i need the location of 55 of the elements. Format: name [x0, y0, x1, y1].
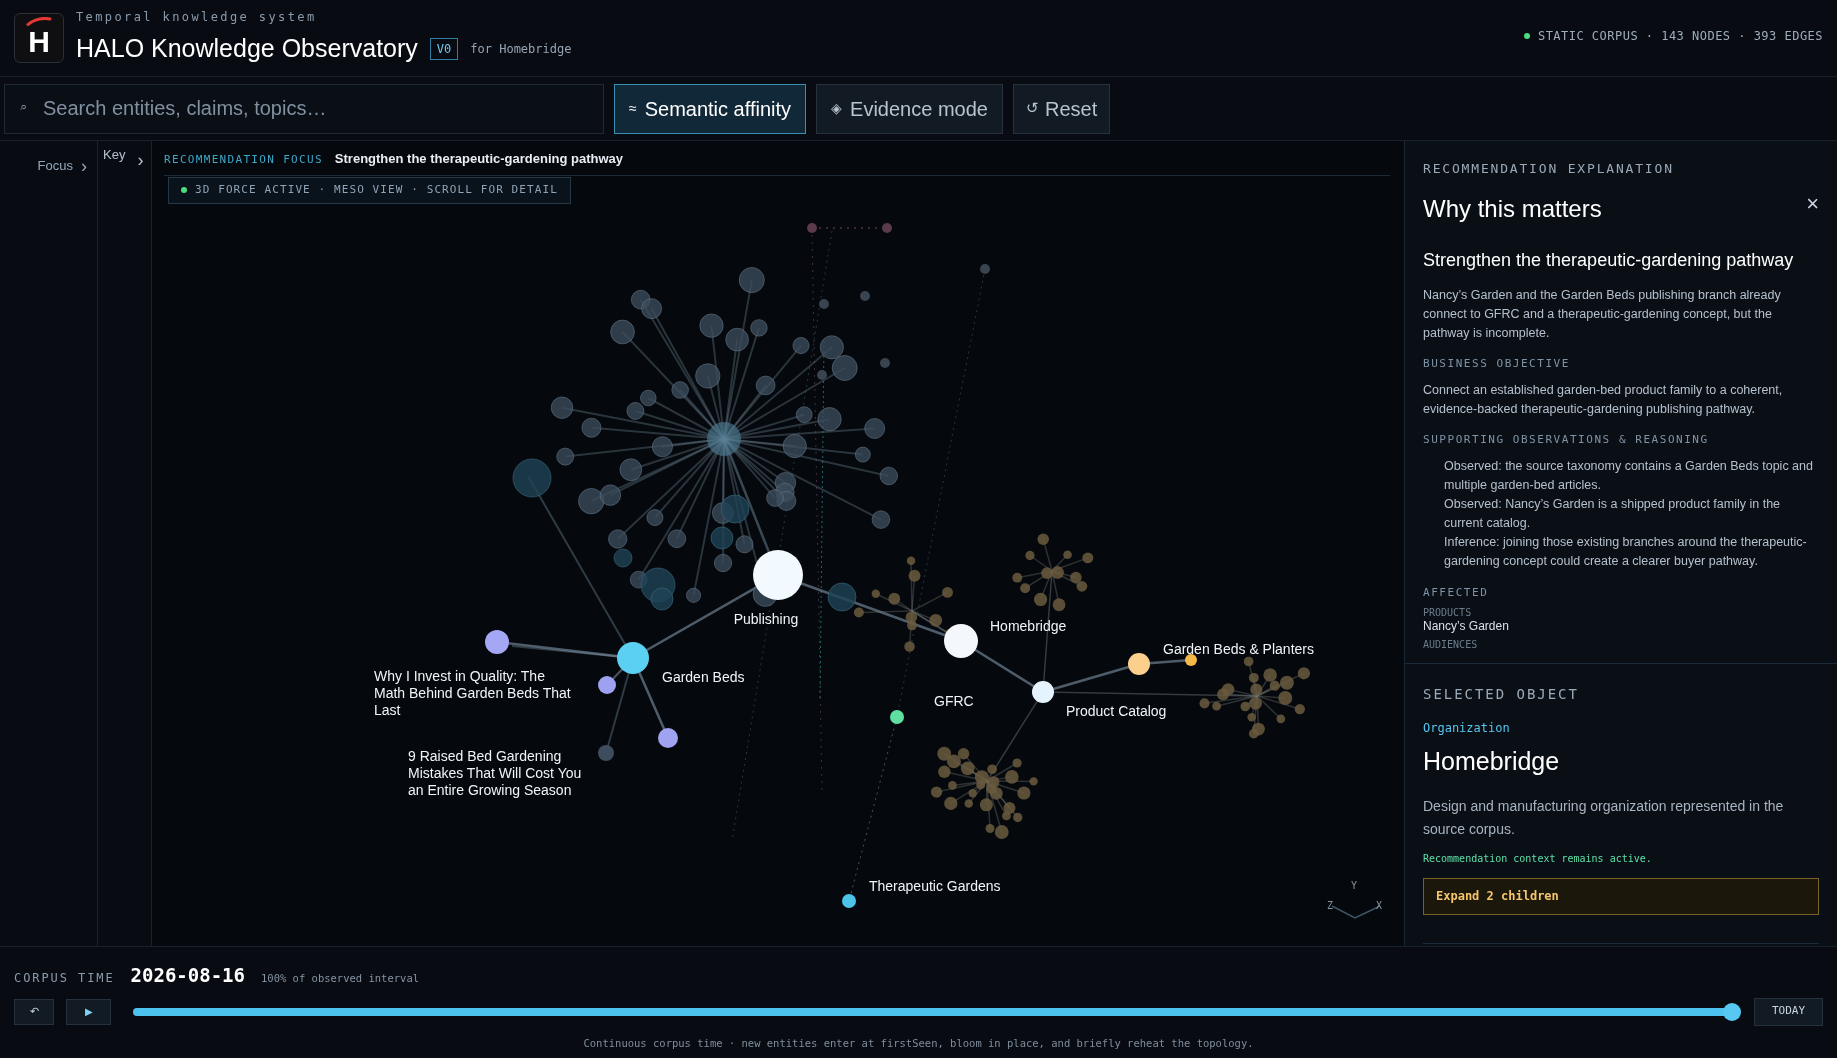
product-name: Nancy’s Garden	[1423, 619, 1510, 634]
objective-text: Connect an established garden-bed product family to a coherent, evidence-backed therapeutic-gardening publishing pathway.	[1423, 382, 1784, 418]
node-label: Garden Beds	[662, 669, 746, 686]
play-button[interactable]: ▶	[66, 998, 111, 1025]
audiences-label: AUDIENCES	[1423, 638, 1479, 651]
focus-label: RECOMMENDATION FOCUS	[164, 152, 323, 168]
object-type: Organization	[1423, 720, 1511, 737]
close-button[interactable]: ×	[1806, 192, 1819, 215]
node-label: Garden Beds & Planters	[1163, 641, 1315, 658]
products-label: PRODUCTS	[1423, 606, 1473, 619]
app-subtitle: Temporal knowledge system	[76, 9, 318, 27]
reasoning-item: Observed: the source taxonomy contains a Garden Beds topic and multiple garden-bed articles.	[1444, 457, 1814, 494]
axis-label: Y	[1351, 879, 1358, 893]
key-tab[interactable]: Key ›	[103, 145, 144, 174]
mode-button[interactable]: ≈ Semantic affinity	[614, 83, 807, 134]
search-icon: ⌕	[20, 99, 27, 113]
panel-eyebrow: SELECTED OBJECT	[1423, 685, 1580, 704]
app-title: HALO Knowledge Observatory	[76, 33, 418, 65]
node-label: Product Catalog	[1066, 703, 1168, 720]
focus-tab[interactable]: Focus ›	[37, 157, 87, 175]
today-button[interactable]: TODAY	[1754, 997, 1823, 1026]
corpus-time-label: CORPUS TIME	[14, 970, 115, 987]
object-description: Design and manufacturing organization represented in the source corpus.	[1423, 796, 1785, 839]
node-label: Homebridge	[990, 618, 1068, 635]
focus-title: Strengthen the therapeutic-gardening pathway	[334, 150, 624, 168]
version-badge: V0	[429, 38, 459, 60]
axis-label: X	[1376, 899, 1383, 913]
node-label: Why I Invest in Quality: The Math Behind Garden Beds That Last	[374, 668, 572, 719]
expand-button[interactable]: Expand 2 children	[1423, 877, 1819, 915]
rewind-button[interactable]: ↶	[14, 998, 54, 1025]
corpus-status: STATIC CORPUS · 143 NODES · 393 EDGES	[1537, 28, 1823, 45]
node-label: Therapeutic Gardens	[869, 878, 1002, 895]
node-label: Publishing	[732, 611, 800, 628]
context-note: Recommendation context remains active.	[1423, 851, 1653, 866]
panel-title: Why this matters	[1423, 193, 1602, 224]
section-label: SUPPORTING OBSERVATIONS & REASONING	[1423, 432, 1710, 448]
coverage-text: 100% of observed interval	[261, 971, 420, 986]
node-label: 9 Raised Bed Gardening Mistakes That Will Cost You an Entire Growing Season	[408, 748, 583, 799]
section-label: AFFECTED	[1423, 584, 1490, 601]
panel-eyebrow: RECOMMENDATION EXPLANATION	[1423, 160, 1675, 178]
reset-button[interactable]: ↺ Reset	[1012, 83, 1111, 134]
node-label: GFRC	[934, 693, 975, 710]
reasoning-item: Inference: joining those existing branches around the therapeutic-gardening concept could create a clearer buyer pathway.	[1444, 533, 1808, 570]
recommendation-title: Strengthen the therapeutic-gardening pathway	[1423, 248, 1795, 272]
timeline-caption: Continuous corpus time · new entities enter at firstSeen, bloom in place, and briefly reheat the topology.	[582, 1035, 1255, 1051]
context-text: for Homebridge	[470, 41, 572, 58]
mode-button[interactable]: ◈ Evidence mode	[816, 83, 1003, 134]
recommendation-summary: Nancy’s Garden and the Garden Beds publishing branch already connect to GFRC and a therapeutic-gardening concept, but the pathway is incomplete.	[1423, 286, 1782, 342]
object-name: Homebridge	[1423, 746, 1561, 777]
corpus-date: 2026-08-16	[130, 963, 245, 988]
logo-letter: H	[28, 27, 50, 57]
status-text: 3D FORCE ACTIVE · MESO VIEW · SCROLL FOR DETAIL	[195, 182, 558, 198]
reasoning-item: Observed: Nancy’s Garden is a shipped product family in the current catalog.	[1444, 495, 1782, 532]
section-label: BUSINESS OBJECTIVE	[1423, 355, 1571, 372]
axis-label: Z	[1327, 899, 1334, 913]
